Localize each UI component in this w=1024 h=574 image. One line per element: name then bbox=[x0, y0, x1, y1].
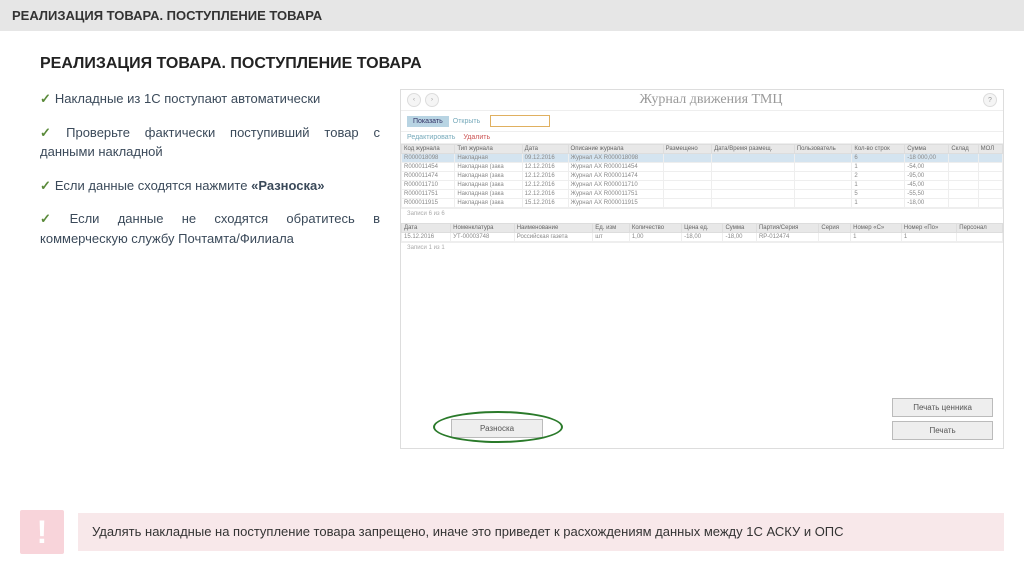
column-header: Номер «С» bbox=[851, 224, 902, 233]
warning-banner: ! Удалять накладные на поступление товар… bbox=[20, 510, 1004, 554]
journal-table: Код журналаТип журналаДатаОписание журна… bbox=[401, 144, 1003, 208]
column-header[interactable]: Размещено bbox=[663, 145, 712, 154]
column-header[interactable]: Склад bbox=[949, 145, 978, 154]
pager-detail: Записи 1 из 1 bbox=[401, 242, 1003, 253]
column-header[interactable]: Тип журнала bbox=[455, 145, 522, 154]
column-header[interactable]: Описание журнала bbox=[568, 145, 663, 154]
bullet-item: ✓Проверьте фактически поступивший товар … bbox=[40, 123, 380, 162]
bullet-item: ✓Накладные из 1С поступают автоматически bbox=[40, 89, 380, 109]
check-icon: ✓ bbox=[40, 211, 66, 226]
warning-text: Удалять накладные на поступление товара … bbox=[78, 513, 1004, 551]
edit-link[interactable]: Редактировать bbox=[407, 134, 455, 141]
column-header: Номенклатура bbox=[451, 224, 515, 233]
column-header: Серия bbox=[819, 224, 851, 233]
nav-forward-icon[interactable]: › bbox=[425, 93, 439, 107]
help-icon[interactable]: ? bbox=[983, 93, 997, 107]
header-bar: РЕАЛИЗАЦИЯ ТОВАРА. ПОСТУПЛЕНИЕ ТОВАРА bbox=[0, 0, 1024, 31]
column-header[interactable]: Дата bbox=[522, 145, 568, 154]
raznoska-button[interactable]: Разноска bbox=[451, 419, 543, 438]
bullet-item: ✓Если данные не сходятся обратитесь в ко… bbox=[40, 209, 380, 248]
table-row[interactable]: R000011710Накладная (зака12.12.2016Журна… bbox=[402, 181, 1003, 190]
window-title: Журнал движения ТМЦ bbox=[439, 92, 983, 108]
column-header[interactable]: Дата/Время размещ. bbox=[712, 145, 795, 154]
delete-link[interactable]: Удалить bbox=[463, 134, 490, 141]
column-header: Партия/Серия bbox=[756, 224, 818, 233]
open-link[interactable]: Открыть bbox=[453, 118, 481, 125]
check-icon: ✓ bbox=[40, 125, 62, 140]
bullet-item: ✓Если данные сходятся нажмите «Разноска» bbox=[40, 176, 380, 196]
nav-back-icon[interactable]: ‹ bbox=[407, 93, 421, 107]
pager-top: Записи 6 из 6 bbox=[401, 208, 1003, 219]
column-header[interactable]: Сумма bbox=[905, 145, 949, 154]
column-header: Дата bbox=[402, 224, 451, 233]
column-header: Номер «По» bbox=[901, 224, 956, 233]
filter-input[interactable] bbox=[490, 115, 550, 127]
column-header: Наименование bbox=[514, 224, 593, 233]
print-pricetag-button[interactable]: Печать ценника bbox=[892, 398, 993, 417]
column-header: Ед. изм bbox=[593, 224, 630, 233]
column-header: Количество bbox=[629, 224, 681, 233]
check-icon: ✓ bbox=[40, 91, 51, 106]
exclaim-icon: ! bbox=[20, 510, 64, 554]
table-row[interactable]: R000011474Накладная (зака12.12.2016Журна… bbox=[402, 172, 1003, 181]
column-header: Цена ед. bbox=[682, 224, 723, 233]
bullet-list: ✓Накладные из 1С поступают автоматически… bbox=[40, 89, 380, 449]
column-header[interactable]: Кол-во строк bbox=[852, 145, 905, 154]
print-button[interactable]: Печать bbox=[892, 421, 993, 440]
column-header: Персонал bbox=[957, 224, 1003, 233]
detail-table: ДатаНоменклатураНаименованиеЕд. измКолич… bbox=[401, 223, 1003, 242]
column-header[interactable]: Пользователь bbox=[794, 145, 852, 154]
column-header[interactable]: Код журнала bbox=[402, 145, 455, 154]
page-title: РЕАЛИЗАЦИЯ ТОВАРА. ПОСТУПЛЕНИЕ ТОВАРА bbox=[0, 31, 1024, 89]
column-header: Сумма bbox=[723, 224, 756, 233]
check-icon: ✓ bbox=[40, 178, 51, 193]
app-screenshot: ‹ › Журнал движения ТМЦ ? Показать Откры… bbox=[400, 89, 1004, 449]
show-button[interactable]: Показать bbox=[407, 116, 449, 127]
table-row[interactable]: R000018098Накладная09.12.2016Журнал АХ R… bbox=[402, 154, 1003, 163]
table-row[interactable]: R000011915Накладная (зака15.12.2016Журна… bbox=[402, 199, 1003, 208]
table-row[interactable]: R000011454Накладная (зака12.12.2016Журна… bbox=[402, 163, 1003, 172]
column-header[interactable]: МОЛ bbox=[978, 145, 1002, 154]
table-row[interactable]: R000011751Накладная (зака12.12.2016Журна… bbox=[402, 190, 1003, 199]
